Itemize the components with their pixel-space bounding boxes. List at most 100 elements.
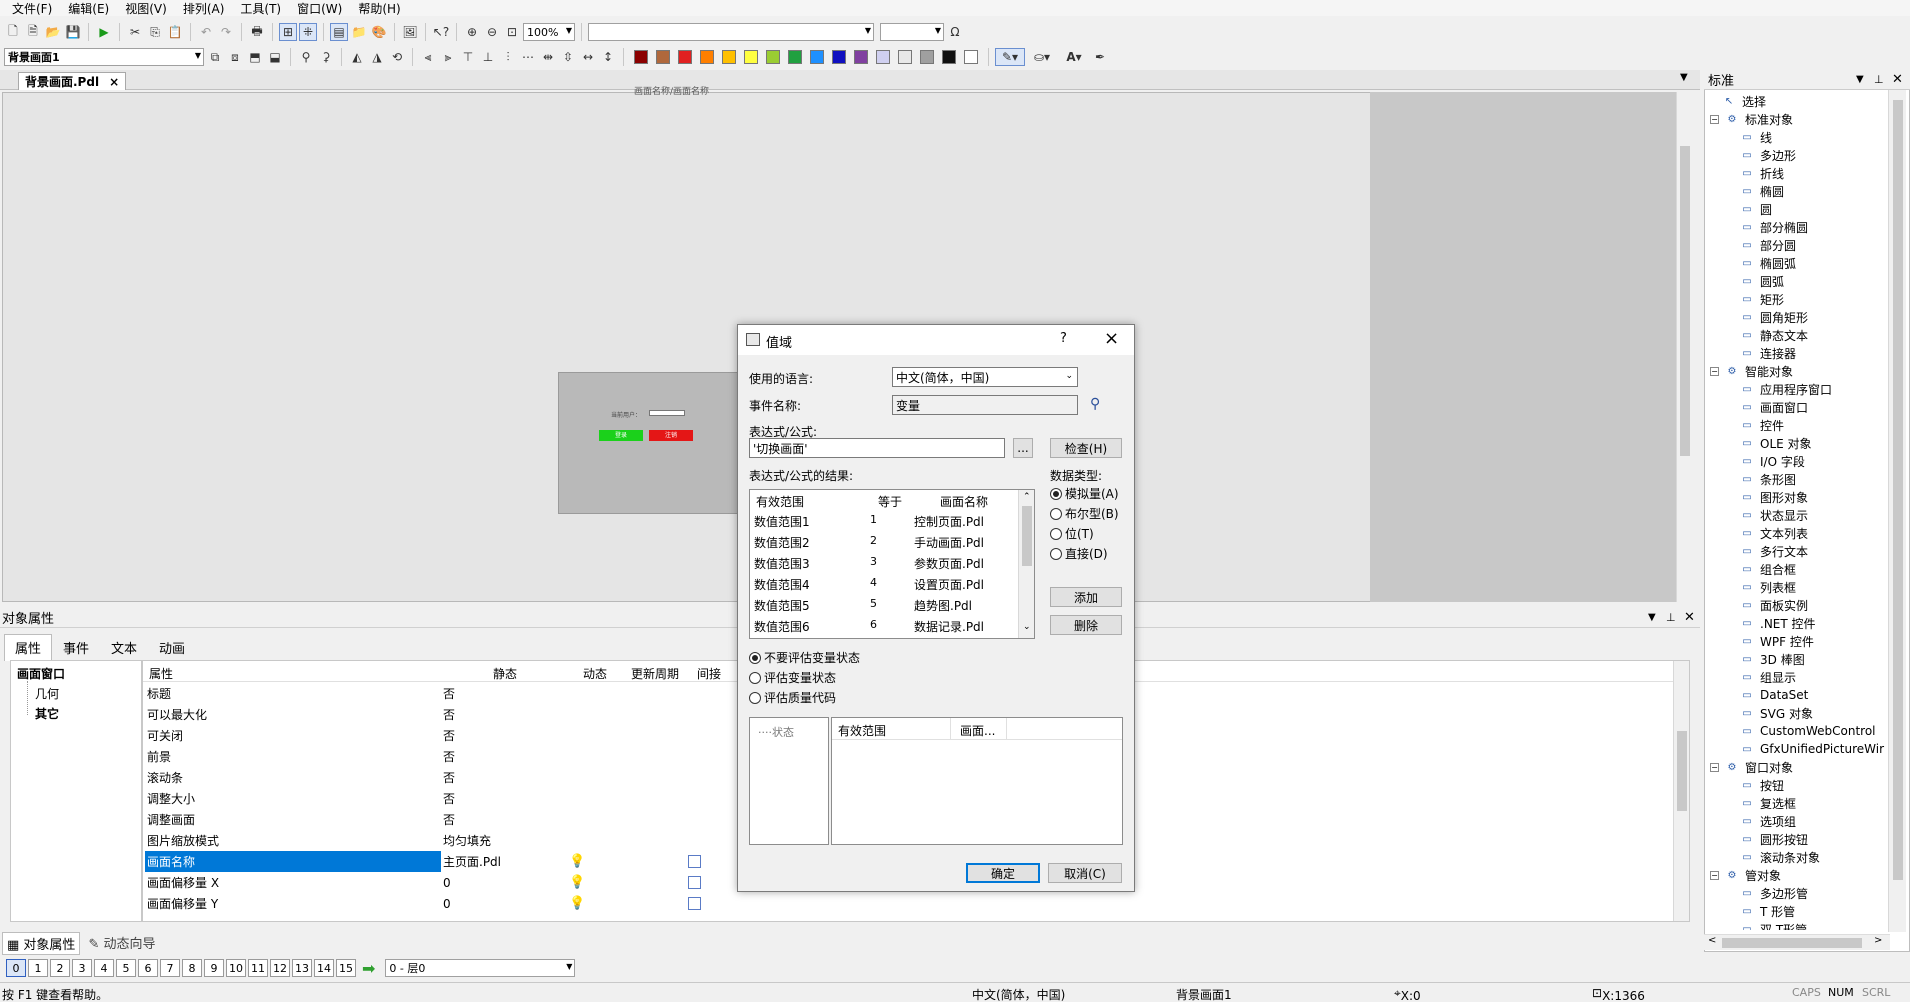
tree-item[interactable]: ▭ 画面窗口 xyxy=(1740,398,1808,416)
layer-button[interactable]: 7 xyxy=(160,959,180,977)
same-height-icon[interactable]: ↕ xyxy=(599,48,617,66)
layer-button[interactable]: 4 xyxy=(94,959,114,977)
lightbulb-icon[interactable]: 💡 xyxy=(569,896,585,911)
tree-item[interactable]: ▭ 条形图 xyxy=(1740,470,1796,488)
property-value[interactable]: 否 xyxy=(443,769,455,786)
tree-item[interactable]: ▭ 文本列表 xyxy=(1740,524,1808,542)
status-tree[interactable]: ····状态 xyxy=(749,717,829,845)
tree-group[interactable]: − ⚙ 管对象 xyxy=(1710,866,1781,884)
result-list-scrollbar[interactable]: ⌃ ⌄ xyxy=(1018,490,1034,638)
eval-quality-radio[interactable]: 评估质量代码 xyxy=(749,689,836,706)
collapse-icon[interactable]: − xyxy=(1710,366,1719,376)
open-icon[interactable]: 📂 xyxy=(44,23,62,41)
datatype-analog-radio[interactable]: 模拟量(A) xyxy=(1050,485,1119,502)
tab-properties[interactable]: 属性 xyxy=(4,634,53,661)
tree-item[interactable]: ▭ CustomWebControl xyxy=(1740,722,1875,740)
chevron-left-icon[interactable]: < xyxy=(1708,935,1716,946)
standard-panel-hscroll[interactable]: < > xyxy=(1704,934,1890,950)
color-swatch[interactable] xyxy=(920,50,934,64)
layer-combo[interactable]: 0 - 层0 ▼ xyxy=(385,959,576,977)
menu-view[interactable]: 视图(V) xyxy=(125,0,167,17)
tree-item[interactable]: ▭ 组显示 xyxy=(1740,668,1796,686)
menu-edit[interactable]: 编辑(E) xyxy=(68,0,109,17)
tree-item-geometry[interactable]: 几何 xyxy=(35,685,59,702)
property-value[interactable]: 0 xyxy=(443,876,451,890)
tree-item[interactable]: ▭ 复选框 xyxy=(1740,794,1796,812)
dialog-close-button[interactable]: × xyxy=(1104,328,1119,349)
eval-status-radio[interactable]: 评估变量状态 xyxy=(749,669,836,686)
doc-tab-background[interactable]: 背景画面.Pdl × xyxy=(18,72,127,90)
result-row[interactable]: 数值范围4 4 设置页面.Pdl xyxy=(750,573,1034,594)
collapse-icon[interactable]: − xyxy=(1710,870,1719,880)
property-value[interactable]: 否 xyxy=(443,748,455,765)
close-icon[interactable]: ✕ xyxy=(1892,72,1903,87)
eyedropper-icon[interactable]: ✒ xyxy=(1091,48,1109,66)
help-button[interactable]: ? xyxy=(1060,331,1067,346)
property-value[interactable]: 否 xyxy=(443,790,455,807)
front-icon[interactable]: ⬒ xyxy=(246,48,264,66)
layer-button[interactable]: 8 xyxy=(182,959,202,977)
tree-item[interactable]: ▭ 椭圆 xyxy=(1740,182,1784,200)
menu-file[interactable]: 文件(F) xyxy=(12,0,52,17)
result-row[interactable]: 数值范围3 3 参数页面.Pdl xyxy=(750,552,1034,573)
tree-item[interactable]: ▭ SVG 对象 xyxy=(1740,704,1813,722)
datatype-bool-radio[interactable]: 布尔型(B) xyxy=(1050,505,1119,522)
zoom-in-icon[interactable]: ⊕ xyxy=(463,23,481,41)
font-size-combo[interactable]: ▼ xyxy=(880,23,944,41)
layer-button[interactable]: 11 xyxy=(248,959,268,977)
tree-item[interactable]: ▭ 圆角矩形 xyxy=(1740,308,1808,326)
tree-group[interactable]: − ⚙ 窗口对象 xyxy=(1710,758,1793,776)
color-swatch[interactable] xyxy=(744,50,758,64)
picture-window-preview[interactable]: 当前用户： 登录 注销 xyxy=(558,372,738,514)
new-project-icon[interactable]: 🗎 xyxy=(24,23,42,41)
layer-button[interactable]: 13 xyxy=(292,959,312,977)
property-value[interactable]: 均匀填充 xyxy=(443,832,491,849)
align-icon[interactable]: ⧉ xyxy=(206,48,224,66)
tree-item[interactable]: ↖ 选择 xyxy=(1722,92,1766,110)
wand2-icon[interactable]: ⚳ xyxy=(317,48,335,66)
object-selector-combo[interactable]: 背景画面1 ▼ xyxy=(4,48,204,66)
save-icon[interactable]: 💾 xyxy=(64,23,82,41)
new-icon[interactable]: 🗋 xyxy=(4,23,22,41)
tree-group[interactable]: − ⚙ 智能对象 xyxy=(1710,362,1793,380)
color-swatch[interactable] xyxy=(634,50,648,64)
tree-item[interactable]: ▭ 多行文本 xyxy=(1740,542,1808,560)
datatype-bit-radio[interactable]: 位(T) xyxy=(1050,525,1094,542)
tab-dynamic-wizard[interactable]: ✎ 动态向导 xyxy=(84,932,159,955)
status-range-list[interactable]: 有效范围 画面... xyxy=(831,717,1123,845)
align-bottom-icon[interactable]: ⊥ xyxy=(479,48,497,66)
menu-arrange[interactable]: 排列(A) xyxy=(183,0,225,17)
align-right-icon[interactable]: ⫸ xyxy=(439,48,457,66)
wand-icon[interactable]: ⚲ xyxy=(297,48,315,66)
ok-button[interactable]: 确定 xyxy=(966,863,1040,883)
zoom-out-icon[interactable]: ⊖ xyxy=(483,23,501,41)
tree-item[interactable]: ▭ 应用程序窗口 xyxy=(1740,380,1832,398)
snap-icon[interactable]: ⁜ xyxy=(299,23,317,41)
tree-item[interactable]: ▭ T 形管 xyxy=(1740,902,1795,920)
palette-icon[interactable]: 🎨 xyxy=(370,23,388,41)
chevron-down-icon[interactable]: ▼ xyxy=(1648,612,1656,623)
tab-text[interactable]: 文本 xyxy=(100,634,148,661)
language-select[interactable]: 中文(简体，中国) ⌄ xyxy=(892,367,1078,387)
tree-item[interactable]: ▭ 双 T形管 xyxy=(1740,920,1807,931)
delete-button[interactable]: 删除 xyxy=(1050,615,1122,635)
tree-item[interactable]: ▭ 面板实例 xyxy=(1740,596,1808,614)
result-row[interactable]: 数值范围6 6 数据记录.Pdl xyxy=(750,615,1034,636)
expression-browse-button[interactable]: ... xyxy=(1013,438,1033,458)
tree-item[interactable]: ▭ 按钮 xyxy=(1740,776,1784,794)
scroll-thumb[interactable] xyxy=(1680,146,1690,456)
tree-item[interactable]: ▭ OLE 对象 xyxy=(1740,434,1811,452)
tree-root-picture-window[interactable]: 画面窗口 xyxy=(17,665,65,682)
lightbulb-icon[interactable]: 💡 xyxy=(569,875,585,890)
tree-item[interactable]: ▭ 状态显示 xyxy=(1740,506,1808,524)
color-swatch[interactable] xyxy=(942,50,956,64)
tree-item[interactable]: ▭ 连接器 xyxy=(1740,344,1796,362)
tree-item[interactable]: ▭ 多边形管 xyxy=(1740,884,1808,902)
help-pointer-icon[interactable]: ↖? xyxy=(432,23,450,41)
align-top-icon[interactable]: ⊤ xyxy=(459,48,477,66)
tree-item[interactable]: ▭ 圆弧 xyxy=(1740,272,1784,290)
tab-animation[interactable]: 动画 xyxy=(148,634,196,661)
center-h-icon[interactable]: ⫶ xyxy=(499,48,517,66)
tree-item[interactable]: ▭ 控件 xyxy=(1740,416,1784,434)
event-wand-icon[interactable]: ⚲ xyxy=(1090,396,1100,412)
